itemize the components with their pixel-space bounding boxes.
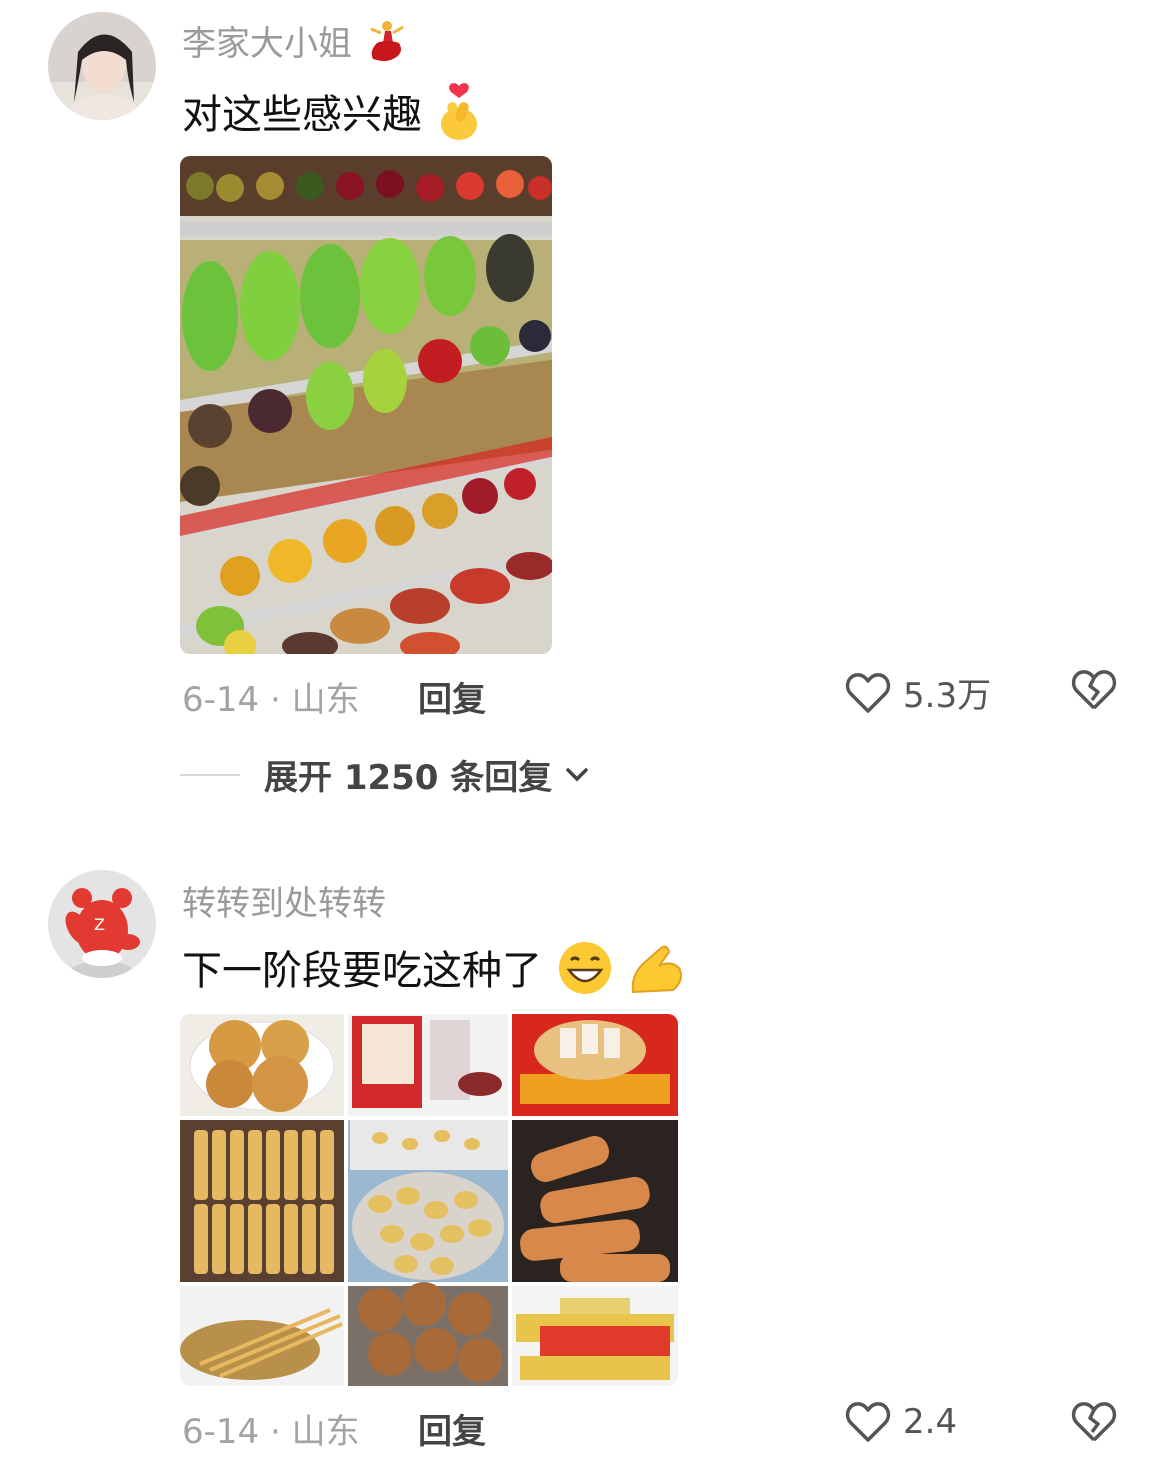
finger-heart-emoji: [435, 82, 483, 152]
dislike-button[interactable]: [1070, 668, 1118, 716]
expand-replies-button[interactable]: 展开 1250 条回复: [180, 750, 590, 799]
comment-item: 李家大小姐 对这些感兴趣 6-14 · 山东 回复 5.3万 展开 1250 条…: [0, 0, 1170, 830]
snack-collage-photo[interactable]: [180, 1014, 678, 1386]
svg-text:Z: Z: [94, 915, 105, 934]
heart-icon: [845, 1402, 891, 1442]
pinched-fingers-emoji: [627, 940, 687, 1006]
fruit-shelf-photo[interactable]: [180, 156, 552, 654]
username[interactable]: 李家大小姐: [182, 16, 411, 72]
comment-text: 下一阶段要吃这种了: [182, 938, 687, 1006]
heart-icon: [845, 672, 891, 713]
flamenco-dancer-emoji: [363, 19, 411, 72]
reply-button[interactable]: 回复: [418, 672, 486, 721]
grinning-face-emoji: [555, 940, 615, 1006]
broken-heart-icon: [1071, 1402, 1117, 1442]
broken-heart-icon: [1071, 670, 1117, 710]
divider: [180, 773, 240, 776]
like-button[interactable]: 5.3万: [845, 668, 991, 717]
avatar[interactable]: [48, 12, 156, 120]
date-location: 6-14 · 山东: [182, 680, 360, 720]
date-location: 6-14 · 山东: [182, 1412, 360, 1452]
comment-text: 对这些感兴趣: [182, 82, 483, 152]
chevron-down-icon: [566, 767, 589, 781]
expand-replies-label: 展开 1250 条回复: [264, 758, 553, 798]
comment-item: Z 转转到处转转 下一阶段要吃这种了 6-14 · 山东 回复 2.4: [0, 860, 1170, 1457]
like-count: 5.3万: [903, 676, 992, 716]
like-button[interactable]: 2.4: [845, 1400, 957, 1444]
like-count: 2.4: [903, 1402, 958, 1442]
reply-button[interactable]: 回复: [418, 1404, 486, 1453]
avatar[interactable]: Z: [48, 870, 156, 978]
dislike-button[interactable]: [1070, 1400, 1118, 1448]
username[interactable]: 转转到处转转: [182, 876, 386, 925]
